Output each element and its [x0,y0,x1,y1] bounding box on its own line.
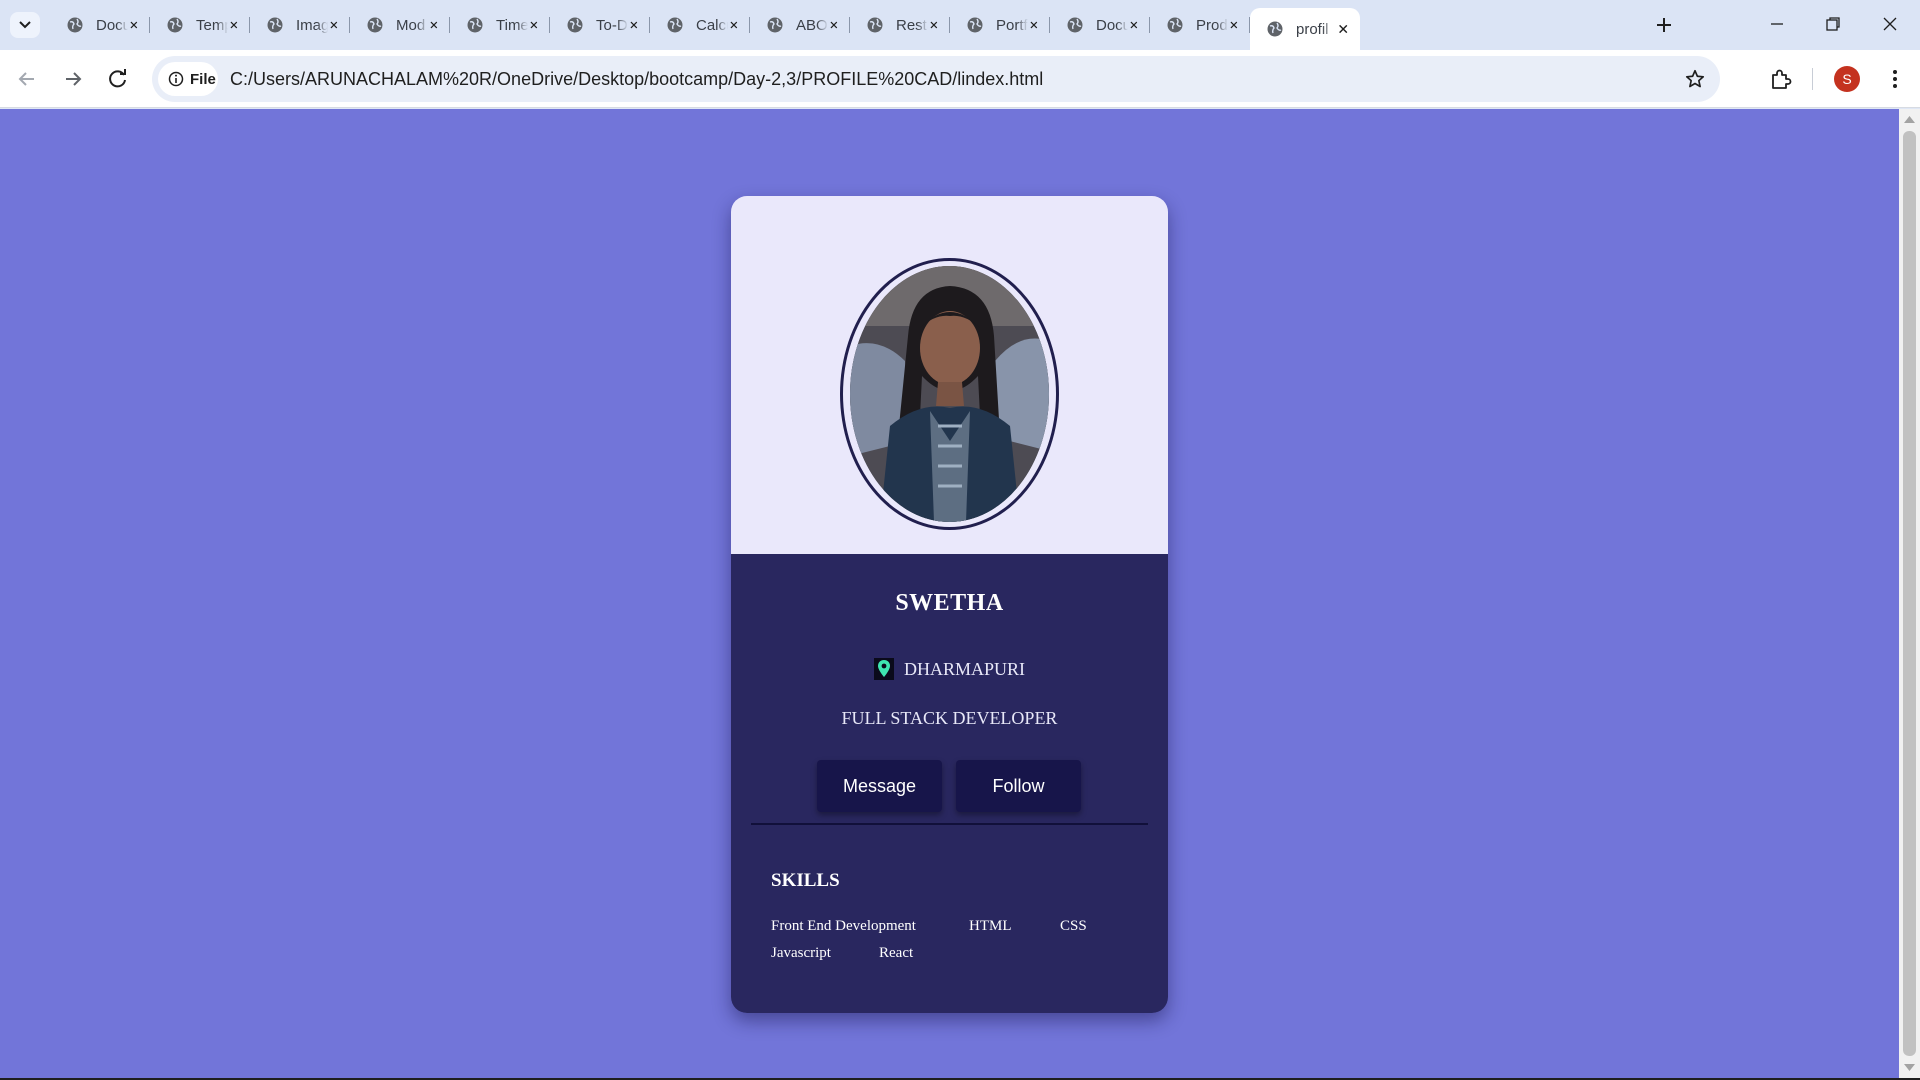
browser-toolbar: File C:/Users/ARUNACHALAM%20R/OneDrive/D… [0,50,1920,108]
bookmark-star-icon[interactable] [1684,68,1706,90]
tab-title: ABOU [796,16,828,34]
skill-tag: Javascript [771,945,831,961]
globe-icon [67,17,83,33]
close-window-icon[interactable] [1878,12,1902,36]
globe-icon [567,17,583,33]
browser-tab[interactable]: Temp [150,8,250,42]
tab-title: To-D [596,16,628,34]
forward-icon[interactable] [60,66,86,92]
globe-icon [367,17,383,33]
close-tab-icon[interactable] [228,17,240,33]
skill-tag: Front End Development [771,918,916,934]
follow-button[interactable]: Follow [956,760,1081,812]
globe-icon [467,17,483,33]
browser-tab[interactable]: Docu [1050,8,1150,42]
skill-tag: React [879,945,914,961]
profile-role: FULL STACK DEVELOPER [841,708,1058,728]
tab-search-button[interactable] [10,12,40,38]
chevron-down-icon [19,21,31,29]
card-body: SWETHA DHARMAPURI FULL STACK DEVELOPER M… [731,554,1168,1013]
browser-tab[interactable]: Prod [1150,8,1250,42]
tab-title: Imag [296,16,329,34]
close-tab-icon[interactable] [628,17,640,33]
close-tab-icon[interactable] [1028,17,1040,33]
globe-icon [1267,21,1283,37]
tab-title: Docu [96,16,129,34]
reload-icon[interactable] [105,66,131,92]
toolbar-divider [1812,68,1813,90]
tab-strip: Docu Temp Imag Mod Time To-D Calcu ABOU Resta Por… [0,0,1920,50]
tab-title: Temp [196,16,228,34]
globe-icon [967,17,983,33]
new-tab-button[interactable] [1653,14,1675,36]
extensions-puzzle-icon[interactable] [1768,66,1794,92]
globe-icon [767,17,783,33]
close-tab-icon[interactable] [728,17,740,33]
photo-frame [840,258,1059,530]
globe-icon [267,17,283,33]
more-menu-icon[interactable] [1882,66,1908,92]
restore-icon[interactable] [1821,12,1845,36]
skills-heading: SKILLS [771,870,840,891]
profile-photo [850,266,1049,522]
tab-title: Prod [1196,16,1228,34]
skill-tag: HTML [969,918,1012,934]
minimize-icon[interactable] [1765,12,1789,36]
globe-icon [867,17,883,33]
info-icon [168,71,184,87]
tab-title: Portf [996,16,1028,34]
close-tab-icon[interactable] [128,17,140,33]
back-icon[interactable] [14,66,40,92]
browser-tab[interactable]: Mod [350,8,450,42]
tab-title: Calcu [696,16,728,34]
close-tab-icon[interactable] [1228,17,1240,33]
globe-icon [1167,17,1183,33]
tab-title: Docu [1096,16,1129,34]
tab-title: profil [1296,20,1329,38]
browser-tab[interactable]: Time [450,8,550,42]
browser-tab[interactable]: ABOU [750,8,850,42]
card-header [731,196,1168,554]
tab-title: Resta [896,16,928,34]
profile-avatar[interactable]: S [1834,66,1860,92]
scrollbar-thumb[interactable] [1903,131,1916,1056]
close-tab-icon[interactable] [528,17,540,33]
profile-name: SWETHA [895,590,1004,616]
site-info-label: File [190,70,216,88]
tab-title: Mod [396,16,426,34]
location-text: DHARMAPURI [903,658,1026,679]
close-tab-icon[interactable] [428,17,440,33]
address-bar[interactable]: File C:/Users/ARUNACHALAM%20R/OneDrive/D… [152,56,1720,102]
page-scrollbar[interactable] [1899,109,1920,1078]
browser-tab[interactable]: To-D [550,8,650,42]
browser-tab[interactable]: Imag [250,8,350,42]
tab-title: Time [496,16,529,34]
scroll-up-arrow-icon[interactable] [1904,115,1915,123]
globe-icon [1067,17,1083,33]
person-portrait-icon [850,266,1049,522]
location-pin-icon [873,658,894,680]
url-text[interactable]: C:/Users/ARUNACHALAM%20R/OneDrive/Deskto… [230,69,1043,90]
message-button[interactable]: Message [817,760,942,812]
profile-location: DHARMAPURI [731,658,1168,680]
browser-tab[interactable]: Portf [950,8,1050,42]
card-divider [751,823,1148,825]
skill-tag: CSS [1060,918,1087,934]
globe-icon [167,17,183,33]
close-tab-icon[interactable] [1336,21,1350,37]
close-tab-icon[interactable] [328,17,340,33]
close-tab-icon[interactable] [1128,17,1140,33]
browser-tab[interactable]: profil [1250,8,1360,50]
close-tab-icon[interactable] [828,17,840,33]
browser-tab[interactable]: Calcu [650,8,750,42]
scroll-down-arrow-icon[interactable] [1904,1064,1915,1072]
browser-tab[interactable]: Resta [850,8,950,42]
close-tab-icon[interactable] [928,17,940,33]
profile-card: SWETHA DHARMAPURI FULL STACK DEVELOPER M… [731,196,1168,1013]
site-info-chip[interactable]: File [158,62,218,96]
globe-icon [667,17,683,33]
browser-tab[interactable]: Docu [50,8,150,42]
